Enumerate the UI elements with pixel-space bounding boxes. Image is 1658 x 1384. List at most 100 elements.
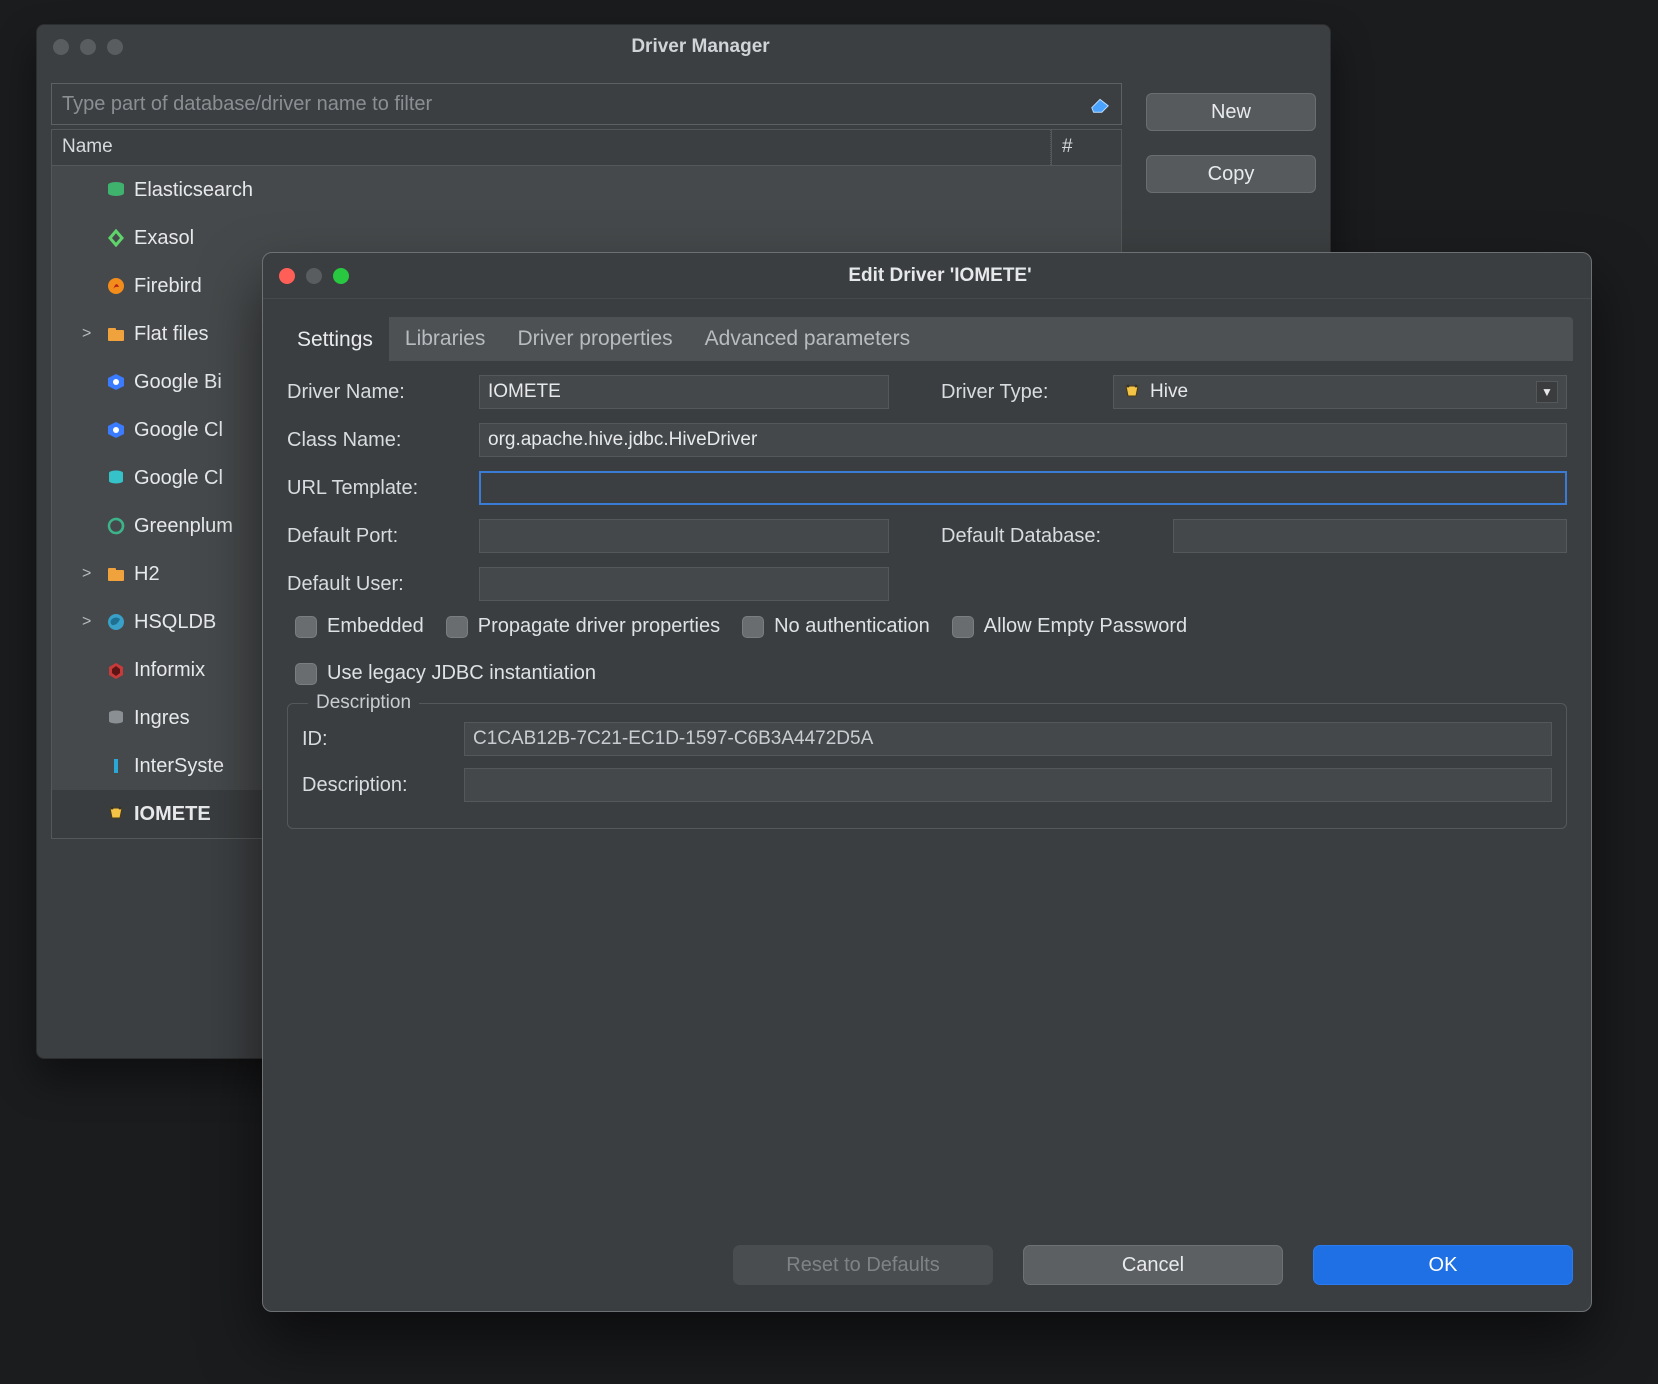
hive-icon — [1122, 382, 1142, 402]
zoom-dot[interactable] — [107, 39, 123, 55]
hsqldb-icon — [104, 611, 128, 633]
ed-titlebar: Edit Driver 'IOMETE' — [263, 253, 1591, 299]
firebird-icon — [104, 275, 128, 297]
driver-label: HSQLDB — [134, 611, 216, 634]
greenplum-icon — [104, 515, 128, 537]
check-allow-empty-pw[interactable]: Allow Empty Password — [952, 615, 1187, 638]
traffic-lights — [53, 39, 123, 55]
driver-label: Ingres — [134, 707, 190, 730]
minimize-dot[interactable] — [306, 268, 322, 284]
driver-label: Elasticsearch — [134, 179, 253, 202]
driver-label: IOMETE — [134, 803, 211, 826]
col-name[interactable]: Name — [52, 130, 1051, 165]
driver-row-elasticsearch[interactable]: Elasticsearch — [52, 166, 1121, 214]
google-blue-icon — [104, 419, 128, 441]
expand-caret-icon: > — [82, 613, 98, 631]
driver-label: Google Bi — [134, 371, 222, 394]
input-default-port[interactable] — [479, 519, 889, 553]
tabbar: SettingsLibrariesDriver propertiesAdvanc… — [281, 317, 1573, 361]
row-id: ID: — [302, 722, 1552, 756]
check-propagate[interactable]: Propagate driver properties — [446, 615, 720, 638]
checkbox-icon — [742, 616, 764, 638]
checkbox-row: Embedded Propagate driver properties No … — [295, 615, 1567, 685]
tab-libraries[interactable]: Libraries — [389, 317, 502, 361]
google-blue-icon — [104, 371, 128, 393]
traffic-lights — [279, 268, 349, 284]
row-driver-name: Driver Name: Driver Type: Hive ▼ — [287, 375, 1567, 409]
folder-orange-icon — [104, 563, 128, 585]
checkbox-icon — [295, 616, 317, 638]
description-legend: Description — [308, 692, 419, 714]
driver-label: Firebird — [134, 275, 202, 298]
label-url-template: URL Template: — [287, 477, 467, 500]
tab-driver-properties[interactable]: Driver properties — [501, 317, 688, 361]
zoom-dot[interactable] — [333, 268, 349, 284]
edit-driver-window: Edit Driver 'IOMETE' SettingsLibrariesDr… — [262, 252, 1592, 1312]
driver-label: Google Cl — [134, 419, 223, 442]
row-class-name: Class Name: — [287, 423, 1567, 457]
close-dot[interactable] — [279, 268, 295, 284]
expand-caret-icon: > — [82, 325, 98, 343]
label-id: ID: — [302, 728, 452, 751]
settings-form: Driver Name: Driver Type: Hive ▼ Class N… — [281, 361, 1573, 829]
input-class-name[interactable] — [479, 423, 1567, 457]
ok-button[interactable]: OK — [1313, 1245, 1573, 1285]
driver-label: Flat files — [134, 323, 208, 346]
close-dot[interactable] — [53, 39, 69, 55]
col-hash[interactable]: # — [1051, 130, 1121, 165]
label-driver-name: Driver Name: — [287, 381, 467, 404]
dm-title: Driver Manager — [123, 36, 1330, 58]
reset-button: Reset to Defaults — [733, 1245, 993, 1285]
eraser-icon[interactable] — [1085, 89, 1115, 119]
intersystems-icon — [104, 755, 128, 777]
tab-advanced-parameters[interactable]: Advanced parameters — [689, 317, 926, 361]
checkbox-icon — [295, 663, 317, 685]
select-driver-type-value: Hive — [1150, 381, 1528, 403]
driver-label: InterSyste — [134, 755, 224, 778]
row-description: Description: — [302, 768, 1552, 802]
copy-button[interactable]: Copy — [1146, 155, 1316, 193]
cancel-button[interactable]: Cancel — [1023, 1245, 1283, 1285]
google-teal-icon — [104, 467, 128, 489]
check-no-auth[interactable]: No authentication — [742, 615, 930, 638]
db-gray-icon — [104, 707, 128, 729]
expand-caret-icon: > — [82, 565, 98, 583]
input-default-user[interactable] — [479, 567, 889, 601]
input-default-database[interactable] — [1173, 519, 1567, 553]
filter-input[interactable] — [52, 93, 1085, 116]
new-button[interactable]: New — [1146, 93, 1316, 131]
ed-title: Edit Driver 'IOMETE' — [349, 265, 1591, 287]
iomete-icon — [104, 803, 128, 825]
folder-orange-icon — [104, 323, 128, 345]
input-url-template[interactable] — [479, 471, 1567, 505]
select-driver-type[interactable]: Hive ▼ — [1113, 375, 1567, 409]
input-driver-name[interactable] — [479, 375, 889, 409]
row-default-user: Default User: — [287, 567, 1567, 601]
dm-titlebar: Driver Manager — [37, 25, 1330, 69]
ed-body: SettingsLibrariesDriver propertiesAdvanc… — [263, 299, 1591, 1237]
input-description[interactable] — [464, 768, 1552, 802]
informix-icon — [104, 659, 128, 681]
description-group: Description ID: Description: — [287, 703, 1567, 829]
minimize-dot[interactable] — [80, 39, 96, 55]
tab-settings[interactable]: Settings — [281, 317, 389, 361]
row-url-template: URL Template: — [287, 471, 1567, 505]
driver-label: H2 — [134, 563, 160, 586]
chevron-down-icon: ▼ — [1536, 381, 1558, 403]
row-default-port: Default Port: Default Database: — [287, 519, 1567, 553]
ed-footer: Reset to Defaults Cancel OK — [263, 1237, 1591, 1311]
checkbox-icon — [952, 616, 974, 638]
driver-label: Greenplum — [134, 515, 233, 538]
label-default-port: Default Port: — [287, 525, 467, 548]
driver-label: Google Cl — [134, 467, 223, 490]
exasol-icon — [104, 227, 128, 249]
check-embedded[interactable]: Embedded — [295, 615, 424, 638]
check-legacy-jdbc[interactable]: Use legacy JDBC instantiation — [295, 662, 1567, 685]
label-class-name: Class Name: — [287, 429, 467, 452]
driver-label: Informix — [134, 659, 205, 682]
label-description: Description: — [302, 774, 452, 797]
db-green-icon — [104, 179, 128, 201]
input-id[interactable] — [464, 722, 1552, 756]
label-default-user: Default User: — [287, 573, 467, 596]
driver-label: Exasol — [134, 227, 194, 250]
